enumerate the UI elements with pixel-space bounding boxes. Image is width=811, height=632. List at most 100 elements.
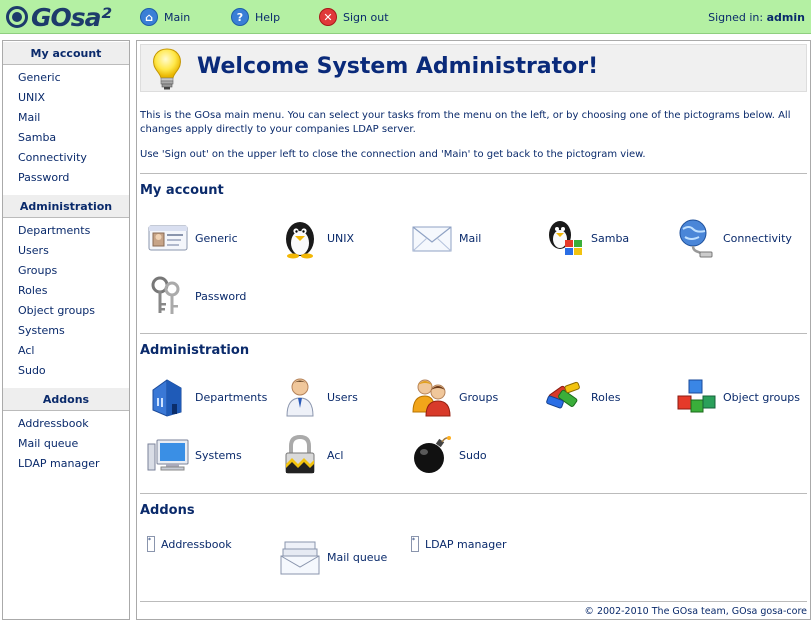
- tile-mail[interactable]: Mail: [411, 217, 481, 259]
- tile-label: Users: [327, 390, 358, 404]
- sidebar-item-sudo[interactable]: Sudo: [3, 361, 129, 381]
- main-panel: Welcome System Administrator! This is th…: [136, 40, 811, 620]
- tile-systems[interactable]: Systems: [147, 434, 242, 476]
- tile-mail-queue[interactable]: Mail queue: [279, 536, 387, 578]
- tile-label: Mail queue: [327, 550, 388, 564]
- sidebar-item-connectivity[interactable]: Connectivity: [3, 148, 129, 168]
- sidebar-item-departments[interactable]: Departments: [3, 221, 129, 241]
- tile-label: Connectivity: [723, 231, 792, 245]
- sidebar-item-samba[interactable]: Samba: [3, 128, 129, 148]
- sidebar-item-mail[interactable]: Mail: [3, 108, 129, 128]
- tile-samba[interactable]: Samba: [543, 217, 629, 259]
- home-icon: ⌂: [140, 8, 158, 26]
- tile-label: Roles: [591, 390, 621, 404]
- sidebar-item-groups[interactable]: Groups: [3, 261, 129, 281]
- tile-label: Departments: [195, 390, 268, 404]
- cubes-icon: [675, 376, 717, 418]
- sidebar-item-password[interactable]: Password: [3, 168, 129, 188]
- sidebar-item-systems[interactable]: Systems: [3, 321, 129, 341]
- tile-unix[interactable]: UNIX: [279, 217, 354, 259]
- mail-queue-icon: [279, 536, 321, 578]
- keys-icon: [147, 275, 189, 317]
- sidebar-item-unix[interactable]: UNIX: [3, 88, 129, 108]
- sidebar-list: Generic UNIX Mail Samba Connectivity Password: [3, 65, 129, 194]
- tile-roles[interactable]: Roles: [543, 376, 620, 418]
- sidebar-item-users[interactable]: Users: [3, 241, 129, 261]
- section-divider: [140, 493, 807, 494]
- top-bar: GOsa² ⌂ Main ? Help ✕ Sign out Signed in…: [0, 0, 811, 34]
- sidebar-item-generic[interactable]: Generic: [3, 68, 129, 88]
- tile-addressbook[interactable]: * Addressbook: [147, 536, 232, 552]
- section-title-addons: Addons: [140, 503, 195, 518]
- gosa-logo: GOsa²: [6, 2, 111, 32]
- signed-in-info: Signed in: admin: [708, 11, 805, 24]
- intro-text: This is the GOsa main menu. You can sele…: [140, 110, 791, 135]
- sidebar-list: Addressbook Mail queue LDAP manager: [3, 411, 129, 480]
- tile-label: Generic: [195, 231, 238, 245]
- logo-text: GOsa²: [31, 2, 111, 32]
- padlock-icon: [279, 434, 321, 476]
- tile-label: Object groups: [723, 390, 800, 404]
- sidebar-section-administration: Administration: [3, 194, 129, 218]
- svg-text:*: *: [412, 537, 415, 544]
- svg-text:*: *: [148, 537, 151, 544]
- tile-users[interactable]: Users: [279, 376, 358, 418]
- section-title-administration: Administration: [140, 343, 250, 358]
- tile-groups[interactable]: Groups: [411, 376, 498, 418]
- bomb-icon: [411, 434, 453, 476]
- tile-label: Addressbook: [161, 537, 232, 551]
- tile-label: Groups: [459, 390, 499, 404]
- tile-label: LDAP manager: [425, 537, 507, 551]
- tile-label: Acl: [327, 448, 344, 462]
- logo-ring-icon: [6, 6, 28, 28]
- signed-in-label: Signed in:: [708, 11, 764, 24]
- tile-label: Password: [195, 289, 247, 303]
- computer-icon: [147, 434, 189, 476]
- tile-connectivity[interactable]: Connectivity: [675, 217, 792, 259]
- sidebar-item-object-groups[interactable]: Object groups: [3, 301, 129, 321]
- tile-label: Mail: [459, 231, 482, 245]
- sign-out-link-label: Sign out: [343, 10, 389, 24]
- tile-label: UNIX: [327, 231, 355, 245]
- welcome-banner: Welcome System Administrator!: [140, 44, 807, 92]
- main-link[interactable]: ⌂ Main: [140, 8, 190, 26]
- lightbulb-icon: [153, 48, 181, 90]
- user-icon: [279, 376, 321, 418]
- section-divider: [140, 173, 807, 174]
- tile-departments[interactable]: Departments: [147, 376, 267, 418]
- welcome-title: Welcome System Administrator!: [197, 54, 599, 79]
- tile-sudo[interactable]: Sudo: [411, 434, 487, 476]
- help-link[interactable]: ? Help: [231, 8, 280, 26]
- sidebar-item-ldap-manager[interactable]: LDAP manager: [3, 454, 129, 474]
- sign-out-icon: ✕: [319, 8, 337, 26]
- tile-label: Samba: [591, 231, 630, 245]
- group-icon: [411, 376, 453, 418]
- penguin-icon: [279, 217, 321, 259]
- addressbook-icon: *: [147, 536, 155, 552]
- sidebar-item-roles[interactable]: Roles: [3, 281, 129, 301]
- tile-ldap-manager[interactable]: * LDAP manager: [411, 536, 507, 552]
- sidebar-section-my-account: My account: [3, 41, 129, 65]
- sidebar-menu: My account Generic UNIX Mail Samba Connectivi…: [2, 40, 130, 620]
- envelope-icon: [411, 217, 453, 259]
- tile-password[interactable]: Password: [147, 275, 246, 317]
- roles-icon: [543, 376, 585, 418]
- sidebar-item-mail-queue[interactable]: Mail queue: [3, 434, 129, 454]
- sidebar-item-addressbook[interactable]: Addressbook: [3, 414, 129, 434]
- intro-hint-text: Use 'Sign out' on the upper left to clos…: [140, 149, 646, 160]
- help-link-label: Help: [255, 10, 281, 24]
- sign-out-link[interactable]: ✕ Sign out: [319, 8, 389, 26]
- ldap-manager-icon: *: [411, 536, 419, 552]
- sidebar-item-acl[interactable]: Acl: [3, 341, 129, 361]
- globe-connectivity-icon: [675, 217, 717, 259]
- tile-generic[interactable]: Generic: [147, 217, 238, 259]
- main-link-label: Main: [164, 10, 191, 24]
- signed-in-user: admin: [766, 11, 805, 24]
- sidebar-section-addons: Addons: [3, 387, 129, 411]
- penguin-windows-icon: [543, 217, 585, 259]
- tile-object-groups[interactable]: Object groups: [675, 376, 800, 418]
- tile-acl[interactable]: Acl: [279, 434, 343, 476]
- section-divider: [140, 333, 807, 334]
- tile-label: Sudo: [459, 448, 487, 462]
- sidebar-list: Departments Users Groups Roles Object groups…: [3, 218, 129, 387]
